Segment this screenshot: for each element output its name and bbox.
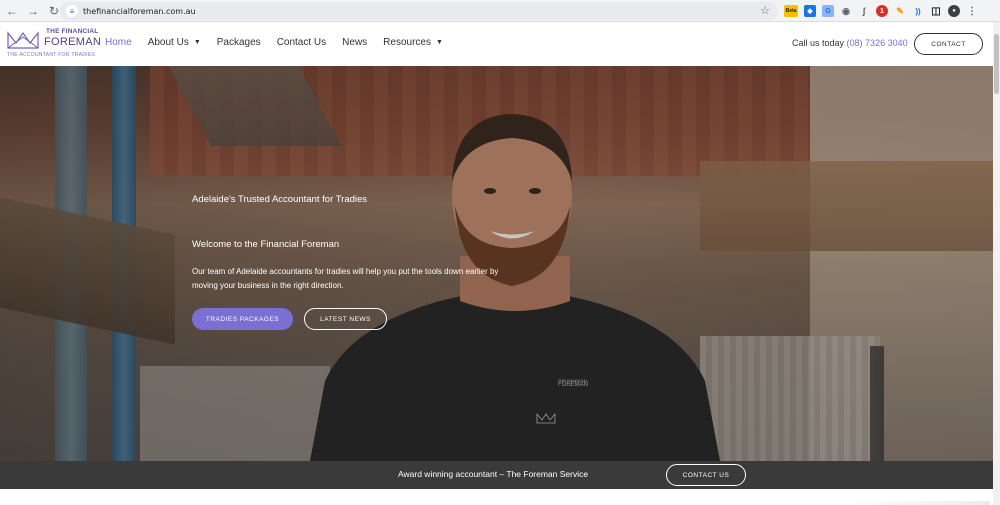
floating-shadow [840,501,990,505]
puzzle-icon[interactable]: ◫ [930,5,942,17]
nav-item-resources[interactable]: Resources ▼ [383,37,443,48]
nav-item-news[interactable]: News [342,37,367,48]
bookmark-star-icon[interactable]: ☆ [760,4,770,17]
chevron-down-icon: ▼ [193,39,201,46]
nav-label: Packages [216,37,261,48]
hero-eyebrow: Adelaide's Trusted Accountant for Tradie… [192,194,368,205]
site-logo[interactable]: THE FINANCIAL FOREMAN THE ACCOUNTANT FOR… [7,28,102,62]
scrollbar-thumb[interactable] [994,34,999,94]
tradies-packages-button[interactable]: TRADIES PACKAGES [192,308,293,330]
latest-news-button[interactable]: LATEST NEWS [304,308,387,330]
call-label: Call us today [792,38,845,48]
hero-overlay [0,66,993,461]
phone-link[interactable]: (08) 7326 3040 [847,38,908,48]
pencil-icon[interactable]: ✎ [894,5,906,17]
hero-section: THE FINANCIAL FOREMAN Adelaide's Trusted… [0,66,993,461]
logo-name-text: FOREMAN [44,36,102,48]
award-bar: Award winning accountant – The Foreman S… [0,461,993,489]
nav-label: Contact Us [276,37,327,48]
crown-logo-icon [7,31,39,49]
profile-avatar[interactable]: ● [948,5,960,17]
quill-icon[interactable]: ∫ [858,5,870,17]
nav-item-about-us[interactable]: About Us ▼ [148,37,201,48]
nav-item-contact-us[interactable]: Contact Us [277,37,326,48]
contact-us-button[interactable]: CONTACT US [666,464,746,486]
kebab-menu-icon[interactable]: ⋮ [966,5,978,17]
call-us: Call us today (08) 7326 3040 [792,38,908,48]
translate-icon[interactable]: G [822,5,834,17]
nav-label: Home [105,37,132,48]
page-scrollbar[interactable] [993,22,1000,505]
page-below-fold [0,489,993,505]
nav-item-home[interactable]: Home [105,37,132,48]
nav-label: Resources [383,37,431,48]
browser-toolbar: ← → ↻ ≡ thefinancialforeman.com.au ☆ Bet… [0,0,1000,22]
nav-label: News [342,37,368,48]
hero-body: Our team of Adelaide accountants for tra… [192,267,499,290]
chevron-down-icon: ▼ [435,39,443,46]
camera-icon[interactable]: ◉ [840,5,852,17]
wave-icon[interactable]: )) [912,5,924,17]
logo-tagline: THE ACCOUNTANT FOR TRADIES [7,52,96,58]
site-header: THE FINANCIAL FOREMAN THE ACCOUNTANT FOR… [0,22,995,66]
contact-button[interactable]: CONTACT [914,33,983,55]
nav-label: About Us [147,37,189,48]
url-text[interactable]: thefinancialforeman.com.au [83,7,196,16]
hero-title: Welcome to the Financial Foreman [192,239,340,250]
extensions-tray: Beta ◆ G ◉ ∫ 1 ✎ )) ◫ ● ⋮ [784,3,978,19]
logo-the-text: THE FINANCIAL [46,28,99,35]
back-icon[interactable]: ← [3,2,21,20]
beta-icon[interactable]: Beta [784,5,798,17]
red-badge-icon[interactable]: 1 [876,5,888,17]
address-bar[interactable]: ≡ thefinancialforeman.com.au ☆ [60,2,778,20]
forward-icon[interactable]: → [24,2,42,20]
main-nav: Home About Us ▼ Packages Contact Us News … [105,37,459,48]
site-info-icon[interactable]: ≡ [66,5,78,17]
nav-item-packages[interactable]: Packages [217,37,261,48]
tag-icon[interactable]: ◆ [804,5,816,17]
award-text: Award winning accountant – The Foreman S… [398,469,589,479]
